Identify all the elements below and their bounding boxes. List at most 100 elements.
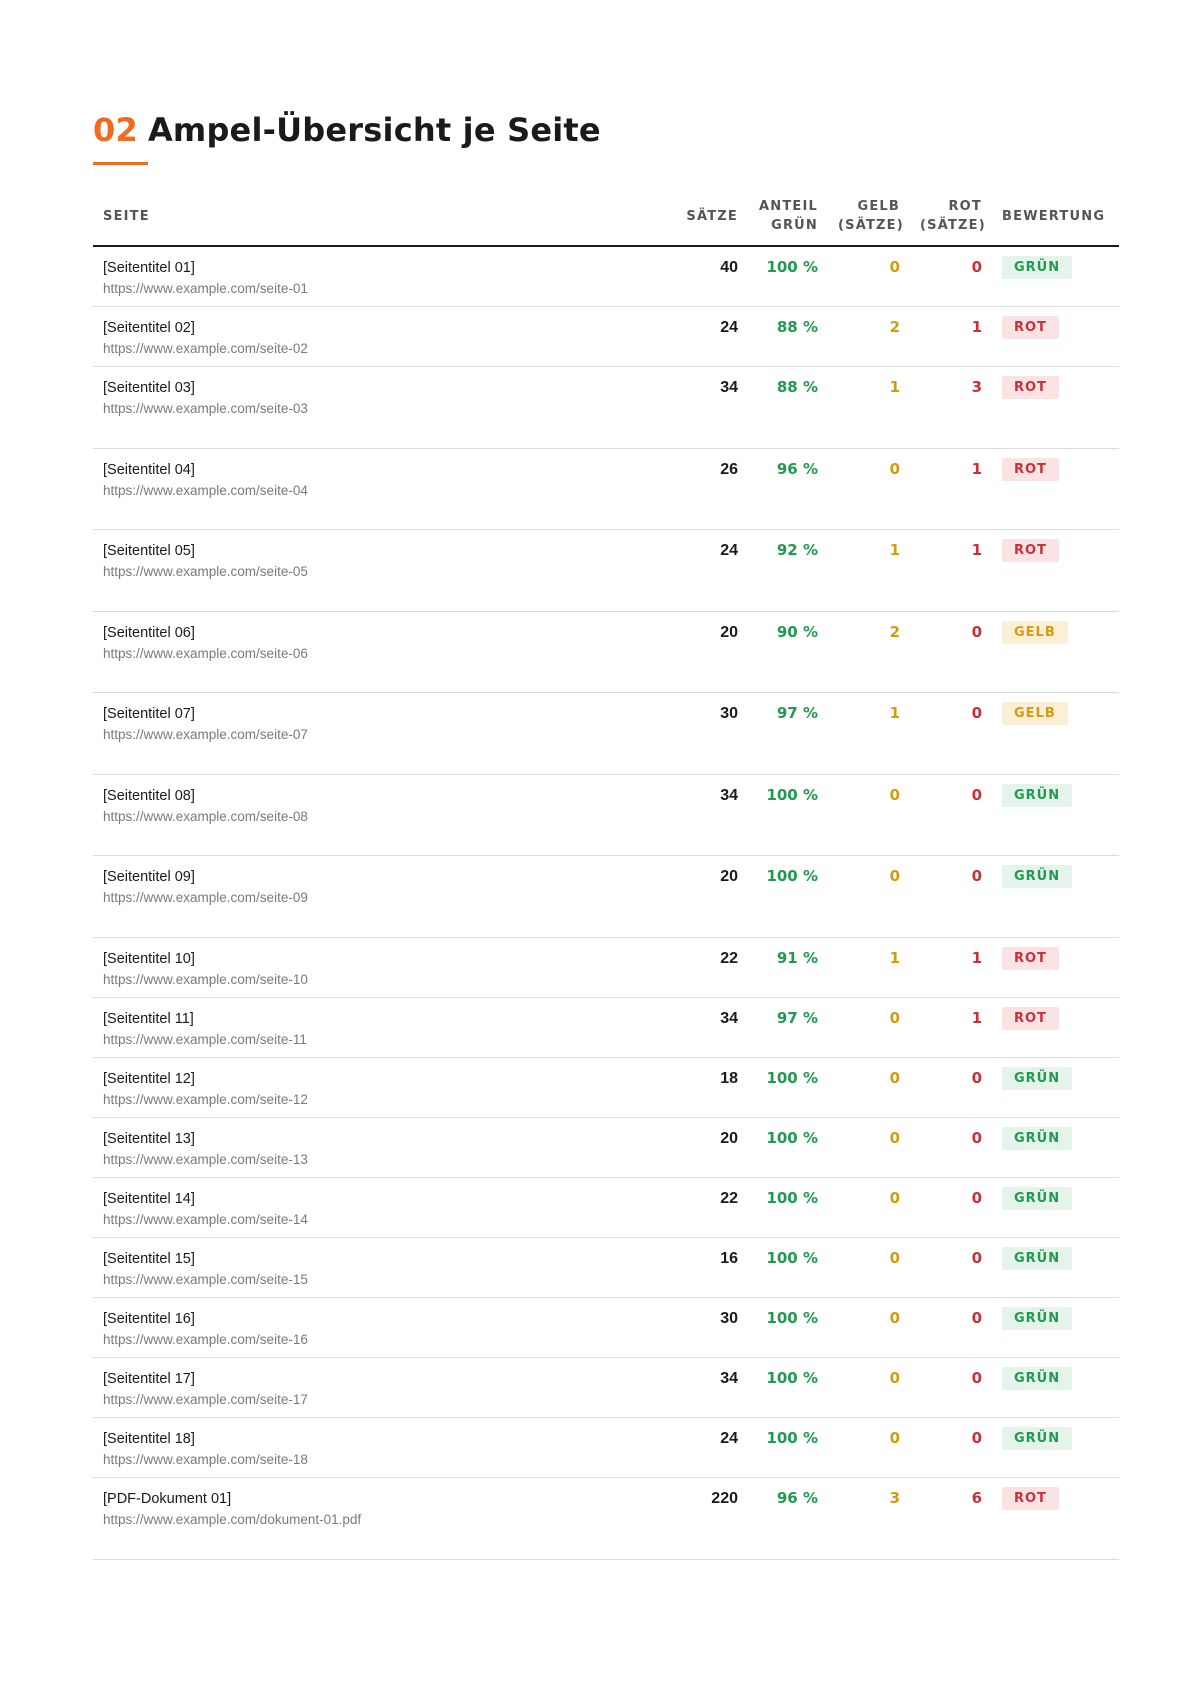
rot-value: 0	[910, 611, 992, 693]
gelb-value: 1	[828, 529, 910, 612]
gelb-value: 0	[828, 997, 910, 1058]
gelb-value: 0	[828, 246, 910, 307]
table-row: [Seitentitel 01] https://www.example.com/…	[93, 246, 1119, 307]
page-url[interactable]: https://www.example.com/seite-04	[103, 481, 663, 501]
saetze-value: 24	[673, 1417, 748, 1478]
status-badge: GELB	[1002, 702, 1068, 725]
saetze-value: 22	[673, 1177, 748, 1238]
page-url[interactable]: https://www.example.com/seite-07	[103, 725, 663, 745]
bewertung-cell: GRÜN	[992, 774, 1119, 856]
bewertung-cell: GRÜN	[992, 246, 1119, 307]
table-row: [Seitentitel 06] https://www.example.com/…	[93, 611, 1119, 693]
saetze-value: 20	[673, 1117, 748, 1178]
table-body: [Seitentitel 01] https://www.example.com/…	[93, 246, 1119, 1560]
page-title: [Seitentitel 17]	[103, 1371, 195, 1387]
bewertung-cell: ROT	[992, 529, 1119, 612]
page-url[interactable]: https://www.example.com/seite-09	[103, 888, 663, 908]
saetze-value: 22	[673, 937, 748, 998]
page-cell: [Seitentitel 07] https://www.example.com/…	[93, 692, 673, 775]
anteil-gruen-value: 100 %	[748, 1237, 828, 1298]
gelb-value: 0	[828, 1057, 910, 1118]
page-url[interactable]: https://www.example.com/seite-17	[103, 1390, 663, 1410]
page-title: [Seitentitel 06]	[103, 625, 195, 641]
status-badge: ROT	[1002, 947, 1059, 970]
page-cell: [Seitentitel 03] https://www.example.com/…	[93, 366, 673, 449]
page-url[interactable]: https://www.example.com/seite-11	[103, 1030, 663, 1050]
table-row: [Seitentitel 04] https://www.example.com/…	[93, 448, 1119, 530]
gelb-value: 0	[828, 855, 910, 938]
page-title: [Seitentitel 13]	[103, 1131, 195, 1147]
page-url[interactable]: https://www.example.com/seite-13	[103, 1150, 663, 1170]
page-cell: [Seitentitel 10] https://www.example.com/…	[93, 937, 673, 998]
column-header-gelb: Gelb (Sätze)	[828, 189, 910, 247]
anteil-gruen-value: 100 %	[748, 246, 828, 307]
page-url[interactable]: https://www.example.com/seite-10	[103, 970, 663, 990]
gelb-value: 0	[828, 1177, 910, 1238]
table-row: [Seitentitel 17] https://www.example.com/…	[93, 1357, 1119, 1418]
table-header-row: Seite Sätze Anteil Grün Gelb (Sätze) Rot (S…	[93, 189, 1119, 247]
gelb-value: 1	[828, 692, 910, 775]
page-cell: [Seitentitel 16] https://www.example.com/…	[93, 1297, 673, 1358]
table-row: [Seitentitel 12] https://www.example.com/…	[93, 1057, 1119, 1118]
anteil-gruen-value: 96 %	[748, 1477, 828, 1560]
rot-value: 0	[910, 1117, 992, 1178]
page-url[interactable]: https://www.example.com/seite-03	[103, 399, 663, 419]
anteil-gruen-value: 88 %	[748, 306, 828, 367]
page-url[interactable]: https://www.example.com/seite-14	[103, 1210, 663, 1230]
page-title: [Seitentitel 01]	[103, 260, 195, 276]
gelb-value: 0	[828, 1417, 910, 1478]
page-url[interactable]: https://www.example.com/seite-02	[103, 339, 663, 359]
rot-value: 0	[910, 1237, 992, 1298]
rot-value: 3	[910, 366, 992, 449]
page-url[interactable]: https://www.example.com/seite-12	[103, 1090, 663, 1110]
anteil-gruen-value: 90 %	[748, 611, 828, 693]
saetze-value: 20	[673, 611, 748, 693]
page-url[interactable]: https://www.example.com/seite-15	[103, 1270, 663, 1290]
page-title: [Seitentitel 10]	[103, 951, 195, 967]
heading-text: Ampel-Übersicht je Seite	[147, 111, 601, 149]
status-badge: ROT	[1002, 458, 1059, 481]
page-url[interactable]: https://www.example.com/seite-16	[103, 1330, 663, 1350]
bewertung-cell: GRÜN	[992, 1057, 1119, 1118]
status-badge: ROT	[1002, 539, 1059, 562]
bewertung-cell: ROT	[992, 997, 1119, 1058]
saetze-value: 26	[673, 448, 748, 530]
page-url[interactable]: https://www.example.com/dokument-01.pdf	[103, 1510, 663, 1530]
gelb-value: 3	[828, 1477, 910, 1560]
gelb-value: 0	[828, 774, 910, 856]
status-badge: ROT	[1002, 1007, 1059, 1030]
table-row: [Seitentitel 05] https://www.example.com/…	[93, 529, 1119, 612]
page-url[interactable]: https://www.example.com/seite-06	[103, 644, 663, 664]
table-row: [Seitentitel 02] https://www.example.com/…	[93, 306, 1119, 367]
status-badge: ROT	[1002, 376, 1059, 399]
anteil-gruen-value: 92 %	[748, 529, 828, 612]
page-url[interactable]: https://www.example.com/seite-08	[103, 807, 663, 827]
page-title: [Seitentitel 08]	[103, 788, 195, 804]
rot-value: 0	[910, 774, 992, 856]
heading-number: 02	[93, 111, 138, 149]
status-badge: GRÜN	[1002, 865, 1073, 888]
bewertung-cell: ROT	[992, 306, 1119, 367]
status-badge: GRÜN	[1002, 1187, 1073, 1210]
bewertung-cell: GELB	[992, 692, 1119, 775]
anteil-gruen-value: 100 %	[748, 1117, 828, 1178]
column-header-anteil-gruen: Anteil Grün	[748, 189, 828, 247]
gelb-value: 2	[828, 306, 910, 367]
table-row: [Seitentitel 08] https://www.example.com/…	[93, 774, 1119, 856]
table-row: [Seitentitel 09] https://www.example.com/…	[93, 855, 1119, 938]
page-url[interactable]: https://www.example.com/seite-05	[103, 562, 663, 582]
traffic-light-table: Seite Sätze Anteil Grün Gelb (Sätze) Rot (S…	[93, 189, 1119, 1560]
page-cell: [Seitentitel 05] https://www.example.com/…	[93, 529, 673, 612]
table-row: [Seitentitel 14] https://www.example.com/…	[93, 1177, 1119, 1238]
page-title: [Seitentitel 07]	[103, 706, 195, 722]
page-url[interactable]: https://www.example.com/seite-18	[103, 1450, 663, 1470]
page-url[interactable]: https://www.example.com/seite-01	[103, 279, 663, 299]
rot-value: 0	[910, 855, 992, 938]
column-header-rot: Rot (Sätze)	[910, 189, 992, 247]
saetze-value: 18	[673, 1057, 748, 1118]
rot-value: 1	[910, 306, 992, 367]
table-row: [PDF-Dokument 01] https://www.example.com…	[93, 1477, 1119, 1560]
gelb-value: 0	[828, 1297, 910, 1358]
rot-value: 0	[910, 692, 992, 775]
anteil-gruen-value: 100 %	[748, 1177, 828, 1238]
